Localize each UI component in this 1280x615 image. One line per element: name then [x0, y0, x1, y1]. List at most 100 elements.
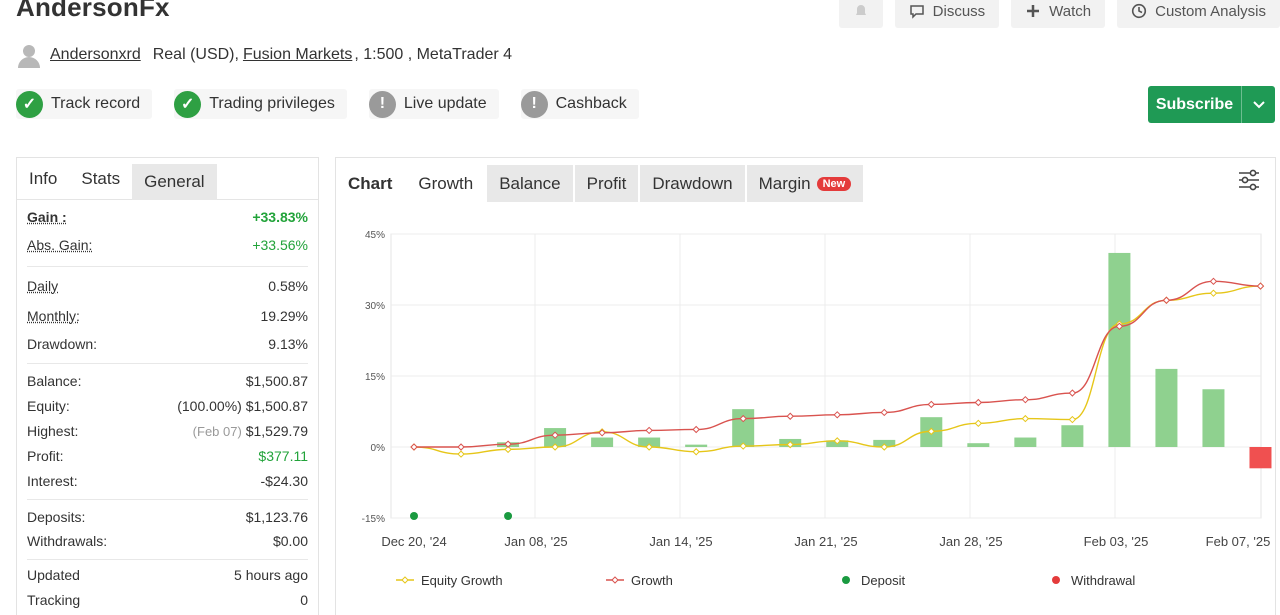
legend-label: Withdrawal — [1071, 573, 1135, 588]
bar — [967, 443, 989, 447]
stat-prefix: (100.00%) — [177, 398, 242, 414]
series-point — [1257, 283, 1263, 289]
tab-info[interactable]: Info — [17, 158, 69, 199]
verification-badges: ✓ Track record ✓ Trading privileges ! Li… — [16, 89, 639, 119]
series-point — [458, 444, 464, 450]
stat-prefix: (Feb 07) — [193, 424, 242, 439]
bar — [732, 409, 754, 447]
broker-link[interactable]: Fusion Markets — [243, 46, 352, 64]
badge-cashback[interactable]: ! Cashback — [521, 89, 639, 119]
badge-trading-privileges[interactable]: ✓ Trading privileges — [174, 89, 347, 119]
stat-value: $377.11 — [258, 448, 308, 464]
series-point — [881, 409, 887, 415]
bar — [1249, 447, 1271, 468]
tab-margin-label: Margin — [759, 174, 811, 194]
exclamation-icon: ! — [369, 91, 396, 118]
stat-label: Monthly: — [27, 308, 80, 324]
stat-gain: Gain : +33.83% — [27, 204, 308, 230]
series-point — [693, 449, 699, 455]
plus-icon — [1025, 3, 1041, 19]
legend-label: Deposit — [861, 573, 905, 588]
series-line — [414, 281, 1260, 447]
x-tick-label: Jan 28, '25 — [939, 534, 1002, 549]
stat-label: Deposits: — [27, 509, 85, 525]
exclamation-icon: ! — [521, 91, 548, 118]
stat-value: 9.13% — [268, 336, 308, 352]
watch-button[interactable]: Watch — [1011, 0, 1105, 28]
stat-updated: Updated 5 hours ago — [27, 560, 308, 590]
avatar-icon — [16, 42, 42, 68]
tab-margin[interactable]: Margin New — [747, 165, 864, 202]
stat-label: Updated — [27, 567, 80, 583]
notification-button[interactable] — [839, 0, 883, 28]
legend-point-icon — [402, 577, 408, 583]
stat-label: Daily — [27, 278, 58, 294]
legend-label: Growth — [631, 573, 673, 588]
badge-live-update[interactable]: ! Live update — [369, 89, 499, 119]
stat-label: Withdrawals: — [27, 533, 107, 549]
stat-drawdown: Drawdown: 9.13% — [27, 331, 308, 357]
series-point — [928, 401, 934, 407]
stat-value: 19.29% — [261, 308, 308, 324]
check-icon: ✓ — [174, 91, 201, 118]
stat-value: 0.58% — [268, 278, 308, 294]
series-point — [1069, 390, 1075, 396]
stat-deposits: Deposits: $1,123.76 — [27, 504, 308, 529]
page-title: AndersonFx — [16, 0, 170, 23]
legend-label: Equity Growth — [421, 573, 503, 588]
stat-interest: Interest: -$24.30 — [27, 468, 308, 493]
comment-icon — [909, 3, 925, 19]
stat-value: $1,500.87 — [246, 373, 308, 389]
discuss-button[interactable]: Discuss — [895, 0, 1000, 28]
stat-label: Tracking — [27, 592, 80, 608]
series-point — [787, 413, 793, 419]
tab-general[interactable]: General — [132, 164, 216, 200]
tab-balance[interactable]: Balance — [487, 165, 572, 202]
custom-analysis-button[interactable]: Custom Analysis — [1117, 0, 1280, 28]
x-tick-label: Feb 03, '25 — [1084, 534, 1149, 549]
tab-drawdown[interactable]: Drawdown — [640, 165, 744, 202]
stat-tracking: Tracking 0 — [27, 590, 308, 610]
stat-label: Highest: — [27, 423, 78, 439]
top-actions: Discuss Watch Custom Analysis — [839, 0, 1280, 28]
series-point — [1069, 417, 1075, 423]
subscribe-button[interactable]: Subscribe — [1148, 86, 1275, 123]
owner-link[interactable]: Andersonxrd — [50, 46, 141, 64]
legend-point-icon — [612, 577, 618, 583]
series-point — [975, 400, 981, 406]
stat-highest: Highest: (Feb 07) $1,529.79 — [27, 418, 308, 443]
stat-label: Balance: — [27, 373, 81, 389]
series-point — [411, 444, 417, 450]
bar — [1061, 425, 1083, 447]
tab-profit[interactable]: Profit — [575, 165, 639, 202]
x-tick-label: Jan 21, '25 — [794, 534, 857, 549]
stats-panel: Info Stats General Gain : +33.83% Abs. G… — [16, 157, 319, 615]
badge-label: Track record — [51, 95, 140, 113]
stat-value: +33.83% — [252, 209, 308, 225]
series-point — [1210, 278, 1216, 284]
settings-sliders-icon[interactable] — [1237, 168, 1261, 192]
badge-track-record[interactable]: ✓ Track record — [16, 89, 152, 119]
bar — [1108, 253, 1130, 447]
tab-stats[interactable]: Stats — [69, 158, 132, 199]
stat-withdrawals: Withdrawals: $0.00 — [27, 529, 308, 553]
account-type: Real (USD), — [153, 46, 239, 64]
clock-icon — [1131, 3, 1147, 19]
stat-value: -$24.30 — [261, 473, 308, 489]
stat-label: Drawdown: — [27, 336, 97, 352]
chevron-down-icon[interactable] — [1241, 86, 1275, 123]
x-tick-label: Jan 08, '25 — [504, 534, 567, 549]
badge-label: Live update — [404, 95, 487, 113]
series-point — [975, 420, 981, 426]
series-point — [1022, 416, 1028, 422]
badge-label: Cashback — [556, 95, 627, 113]
series-point — [1210, 290, 1216, 296]
badge-label: Trading privileges — [209, 95, 335, 113]
tab-growth[interactable]: Growth — [406, 165, 485, 202]
bar — [1014, 438, 1036, 447]
series-point — [834, 412, 840, 418]
x-tick-label: Feb 07, '25 — [1206, 534, 1271, 549]
stat-label: Profit: — [27, 448, 64, 464]
legend-dot-icon — [842, 576, 850, 584]
tab-chart[interactable]: Chart — [336, 165, 404, 202]
